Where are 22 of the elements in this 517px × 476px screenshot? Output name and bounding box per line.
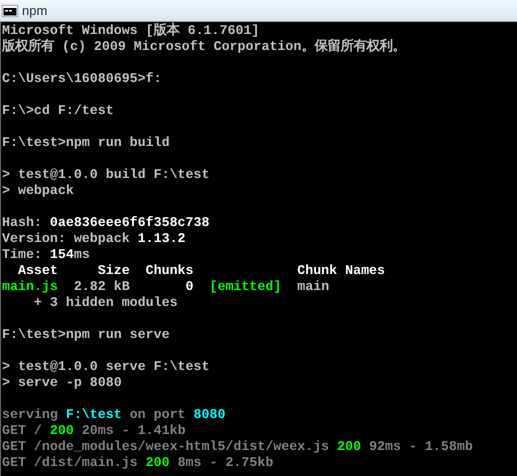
console-line: > test@1.0.0 serve F:\test <box>2 359 210 375</box>
console-line: Hash: 0ae836eee6f6f358c738 <box>2 215 210 231</box>
console-line: Time: 154ms <box>2 247 90 263</box>
console-line: 版权所有 (c) 2009 Microsoft Corporation。保留所有权利。 <box>2 39 406 55</box>
console-line: Version: webpack 1.13.2 <box>2 231 186 247</box>
console-line: Microsoft Windows [版本 6.1.7601] <box>2 23 260 38</box>
console-line: C:\Users\16080695>f: <box>2 71 162 87</box>
console-line: main.js 2.82 kB 0 [emitted] main <box>2 279 330 295</box>
console-line: > serve -p 8080 <box>2 375 122 391</box>
window-title: npm <box>22 2 48 20</box>
console-line: Asset Size Chunks Chunk Names <box>16 263 386 279</box>
console-line: serving F:\test on port 8080 <box>2 407 226 423</box>
console-line: > test@1.0.0 build F:\test <box>2 167 210 183</box>
console-line: F:\test>npm run build <box>2 135 170 151</box>
console-line: + 3 hidden modules <box>32 295 178 311</box>
console-line: F:\>cd F:/test <box>2 103 114 119</box>
console-line: GET /dist/main.js 200 8ms - 2.75kb <box>2 455 274 471</box>
console-line: GET / 200 20ms - 1.41kb <box>2 423 186 439</box>
console-line: > webpack <box>2 183 74 199</box>
console-line: F:\test>npm run serve <box>2 327 170 343</box>
console-line: GET /node_modules/weex-html5/dist/weex.js 200 92ms - 1.58mb <box>2 439 473 455</box>
console-icon <box>2 4 18 16</box>
